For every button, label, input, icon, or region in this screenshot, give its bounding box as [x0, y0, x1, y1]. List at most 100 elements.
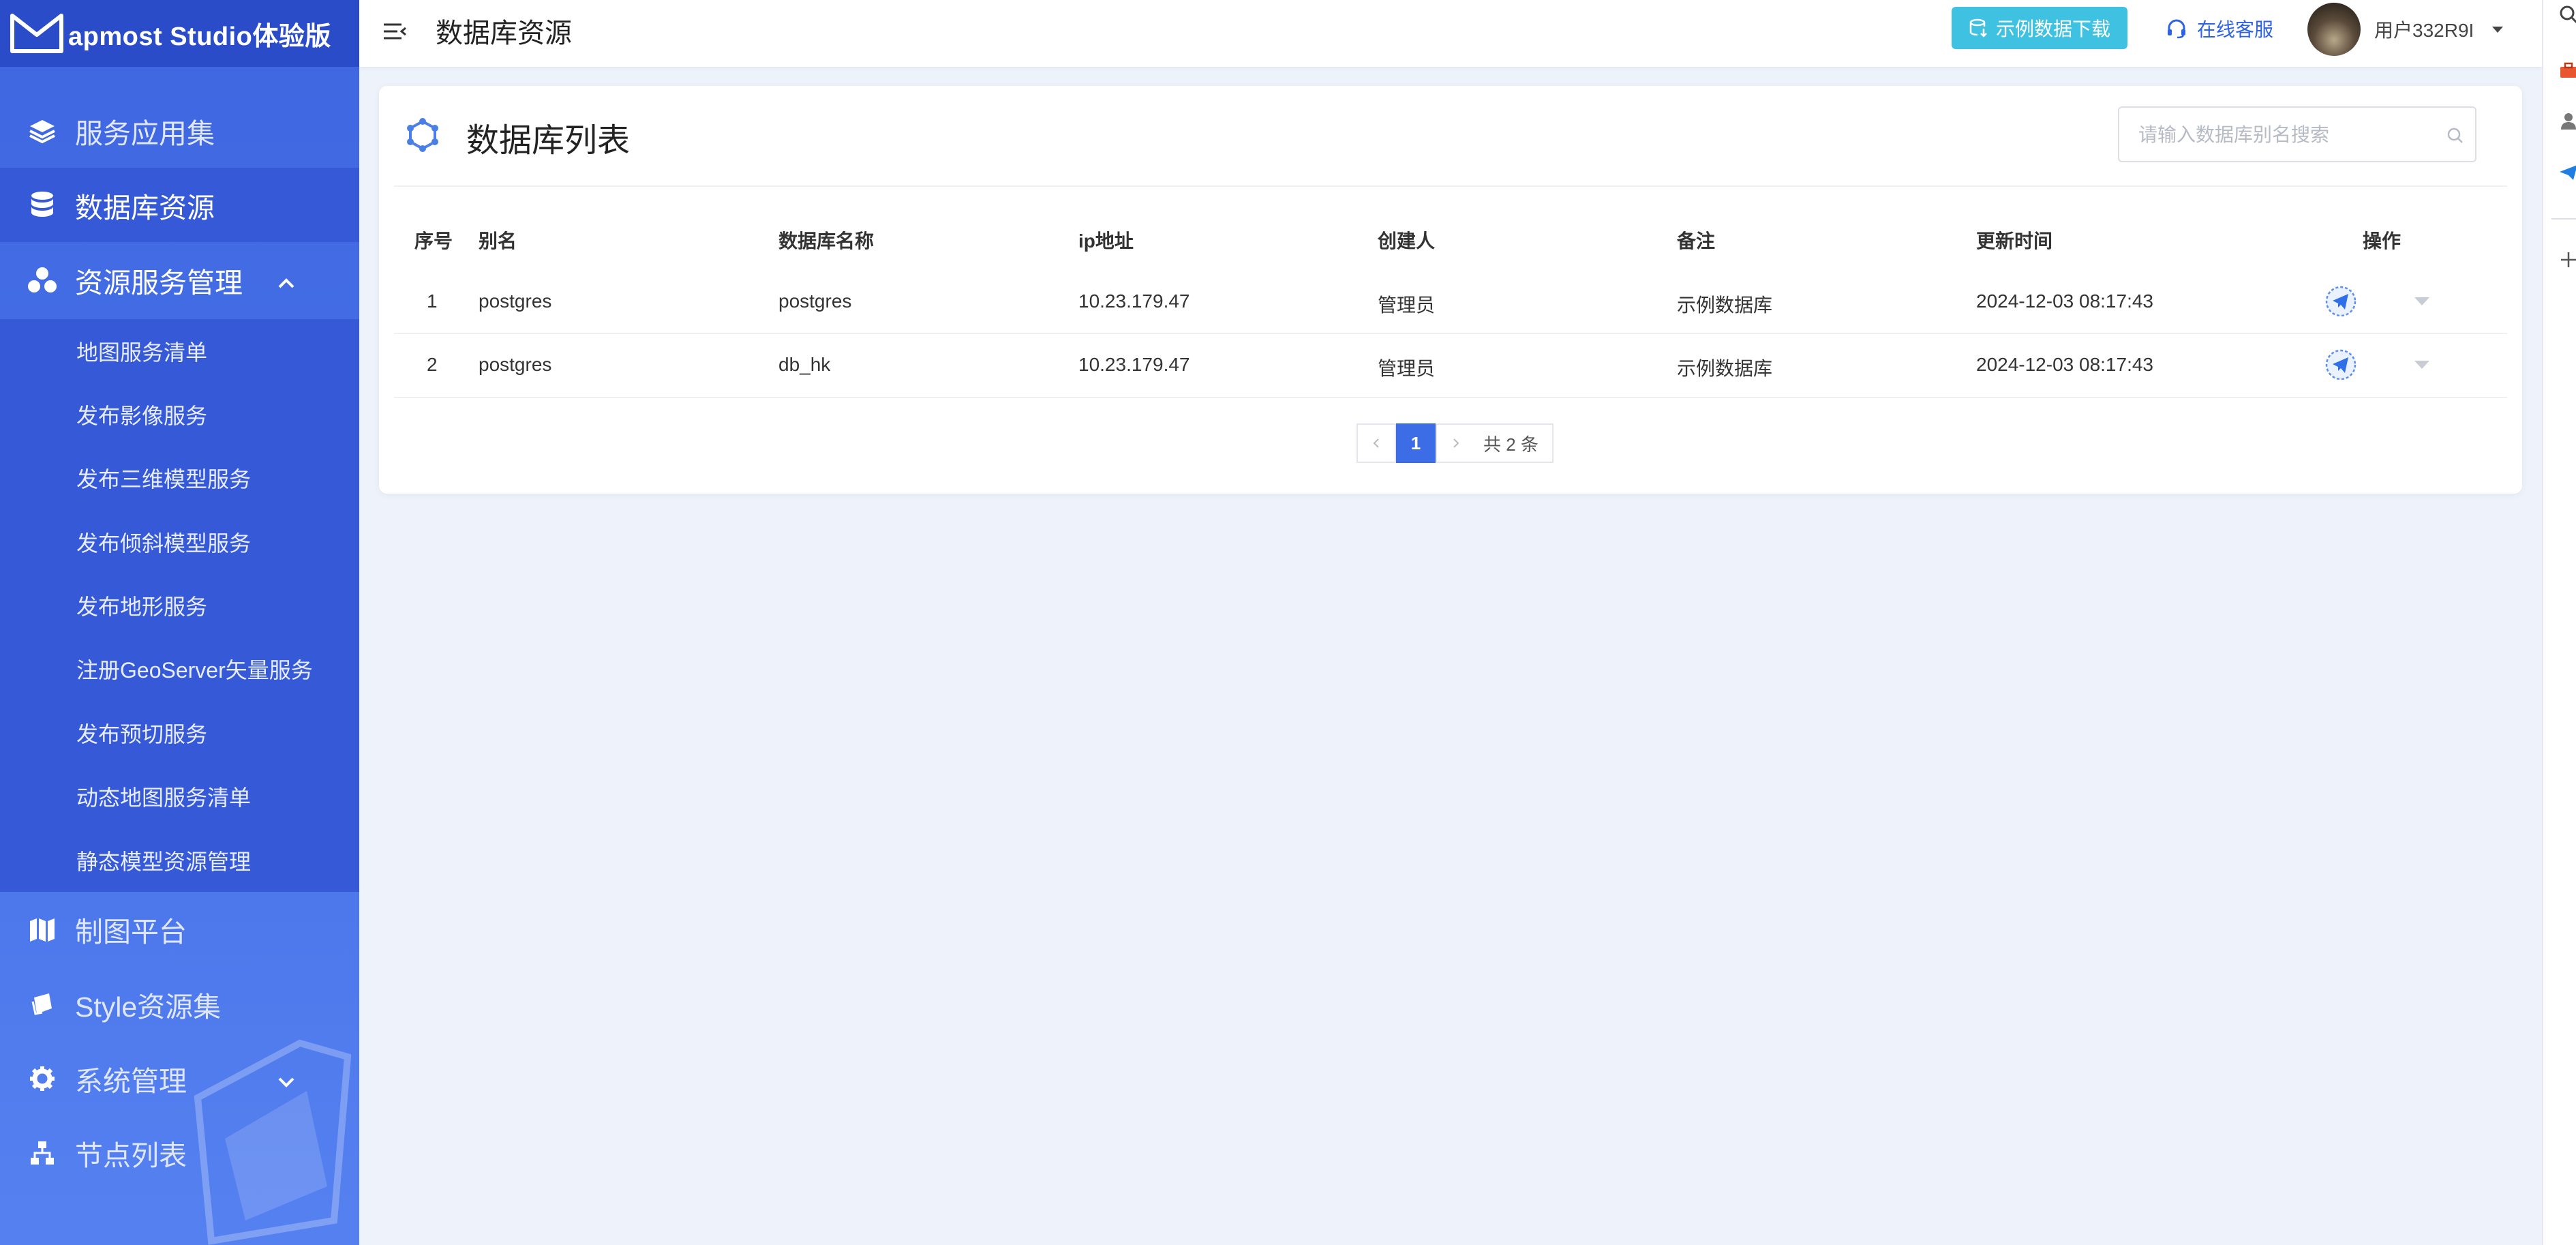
- page-number-button[interactable]: 1: [1396, 423, 1436, 463]
- sidebar: apmost Studio体验版 服务应用集 数据库资源 资源服务管理 地图服务…: [0, 0, 359, 1245]
- submenu-item-dynamic-map-list[interactable]: 动态地图服务清单: [0, 764, 359, 828]
- cell-creator: 管理员: [1378, 358, 1436, 379]
- database-download-icon: [1969, 18, 1989, 38]
- submenu-item-label: 发布三维模型服务: [76, 466, 252, 492]
- submenu-item-publish-terrain[interactable]: 发布地形服务: [0, 573, 359, 637]
- cell-db-name: postgres: [778, 290, 852, 312]
- column-header-db-name: 数据库名称: [778, 230, 875, 252]
- card-title: 数据库列表: [466, 123, 631, 159]
- hexagon-icon: [405, 117, 440, 153]
- submenu-item-label: 发布倾斜模型服务: [76, 530, 252, 556]
- card-divider: [394, 185, 2507, 187]
- toolbox-icon[interactable]: [2558, 60, 2576, 80]
- column-header-note: 备注: [1677, 230, 1716, 252]
- send-icon[interactable]: [2558, 162, 2576, 183]
- search-input[interactable]: [2138, 121, 2438, 149]
- row-divider: [394, 333, 2507, 334]
- sidebar-item-resource-service[interactable]: 资源服务管理: [0, 243, 359, 317]
- headset-icon: [2166, 18, 2187, 40]
- submenu-item-label: 发布预切服务: [76, 721, 208, 747]
- submenu-item-label: 注册GeoServer矢量服务: [76, 657, 313, 682]
- more-caret-icon[interactable]: [2413, 295, 2431, 308]
- submenu-item-label: 地图服务清单: [76, 340, 208, 365]
- submenu-item-register-geoserver[interactable]: 注册GeoServer矢量服务: [0, 637, 359, 700]
- cell-ip: 10.23.179.47: [1078, 354, 1190, 375]
- cell-db-name: db_hk: [778, 354, 831, 375]
- sidebar-item-label: 资源服务管理: [75, 267, 243, 299]
- column-header-ip: ip地址: [1078, 230, 1134, 252]
- cell-note: 示例数据库: [1677, 358, 1773, 379]
- right-toolbar: [2542, 0, 2576, 1245]
- cell-index: 2: [427, 354, 438, 375]
- chevron-left-icon: [1373, 438, 1379, 448]
- cell-creator: 管理员: [1378, 295, 1436, 316]
- cubes-icon: [25, 262, 60, 298]
- search-icon[interactable]: [2558, 4, 2576, 25]
- column-header-updated: 更新时间: [1976, 230, 2053, 252]
- caret-down-icon: [2490, 22, 2505, 37]
- brand-name: apmost Studio体验版: [68, 22, 331, 51]
- submenu-item-publish-oblique-model[interactable]: 发布倾斜模型服务: [0, 510, 359, 573]
- paint-icon: [25, 987, 60, 1022]
- submenu-item-label: 发布影像服务: [76, 403, 208, 428]
- online-service-link[interactable]: 在线客服: [2166, 14, 2273, 44]
- sidebar-item-database[interactable]: 数据库资源: [0, 168, 359, 242]
- sidebar-item-cartography[interactable]: 制图平台: [0, 892, 359, 966]
- brand-bar: apmost Studio体验版: [0, 0, 359, 67]
- top-header: 数据库资源 示例数据下载 在线客服 用户332R9I: [359, 0, 2542, 67]
- search-box[interactable]: [2118, 106, 2476, 162]
- user-menu[interactable]: 用户332R9I: [2307, 3, 2505, 56]
- chevron-up-icon: [276, 269, 297, 289]
- column-header-actions: 操作: [2363, 230, 2401, 252]
- column-header-index: 序号: [414, 230, 453, 252]
- column-header-alias: 别名: [479, 230, 517, 252]
- sitemap-icon: [25, 1135, 60, 1171]
- submenu-item-publish-3d-model[interactable]: 发布三维模型服务: [0, 446, 359, 509]
- publish-icon[interactable]: [2324, 285, 2357, 318]
- layers-icon: [25, 113, 60, 149]
- database-list-card: 数据库列表 序号 别名 数据库名称 ip地址 创建人 备注 更新时间 操作 1 …: [379, 86, 2522, 494]
- chevron-right-icon: [1453, 438, 1459, 448]
- pagination-total: 共 2 条: [1475, 423, 1554, 463]
- user-name: 用户332R9I: [2374, 20, 2474, 41]
- submenu-resource-service: 地图服务清单 发布影像服务 发布三维模型服务 发布倾斜模型服务 发布地形服务 注…: [0, 319, 359, 892]
- sidebar-item-label: 服务应用集: [75, 117, 215, 149]
- sample-data-download-button[interactable]: 示例数据下载: [1952, 7, 2127, 49]
- pagination: 1 共 2 条: [1357, 423, 1554, 463]
- map-icon: [25, 912, 60, 947]
- submenu-item-publish-tiles[interactable]: 发布预切服务: [0, 701, 359, 764]
- submenu-item-static-model-resources[interactable]: 静态模型资源管理: [0, 828, 359, 892]
- submenu-item-label: 静态模型资源管理: [76, 849, 252, 874]
- sidebar-item-label: 数据库资源: [75, 192, 215, 224]
- publish-icon[interactable]: [2324, 348, 2357, 381]
- more-caret-icon[interactable]: [2413, 358, 2431, 372]
- user-icon[interactable]: [2558, 110, 2576, 131]
- cell-index: 1: [427, 290, 438, 312]
- online-service-label: 在线客服: [2197, 19, 2274, 40]
- menu-toggle-icon[interactable]: [381, 18, 408, 45]
- cell-ip: 10.23.179.47: [1078, 290, 1190, 312]
- submenu-item-label: 发布地形服务: [76, 594, 208, 619]
- database-icon: [25, 188, 60, 223]
- sidebar-decoration: [194, 1039, 352, 1245]
- gear-icon: [25, 1061, 60, 1096]
- submenu-item-publish-imagery[interactable]: 发布影像服务: [0, 382, 359, 446]
- sidebar-item-label: 制图平台: [75, 916, 187, 948]
- cell-updated: 2024-12-03 08:17:43: [1976, 290, 2153, 312]
- sidebar-item-service-apps[interactable]: 服务应用集: [0, 93, 359, 168]
- search-icon[interactable]: [2445, 125, 2466, 146]
- download-label: 示例数据下载: [1995, 18, 2110, 40]
- column-header-creator: 创建人: [1378, 230, 1436, 252]
- cell-alias: postgres: [479, 290, 552, 312]
- add-icon[interactable]: [2558, 250, 2576, 270]
- logo-icon: [10, 12, 64, 55]
- submenu-item-label: 动态地图服务清单: [76, 785, 252, 810]
- next-page-button[interactable]: [1436, 423, 1475, 463]
- page-title: 数据库资源: [436, 18, 572, 48]
- avatar[interactable]: [2307, 3, 2361, 56]
- prev-page-button[interactable]: [1357, 423, 1396, 463]
- cell-note: 示例数据库: [1677, 295, 1773, 316]
- row-divider: [394, 397, 2507, 398]
- cell-alias: postgres: [479, 354, 552, 375]
- submenu-item-map-service-list[interactable]: 地图服务清单: [0, 319, 359, 382]
